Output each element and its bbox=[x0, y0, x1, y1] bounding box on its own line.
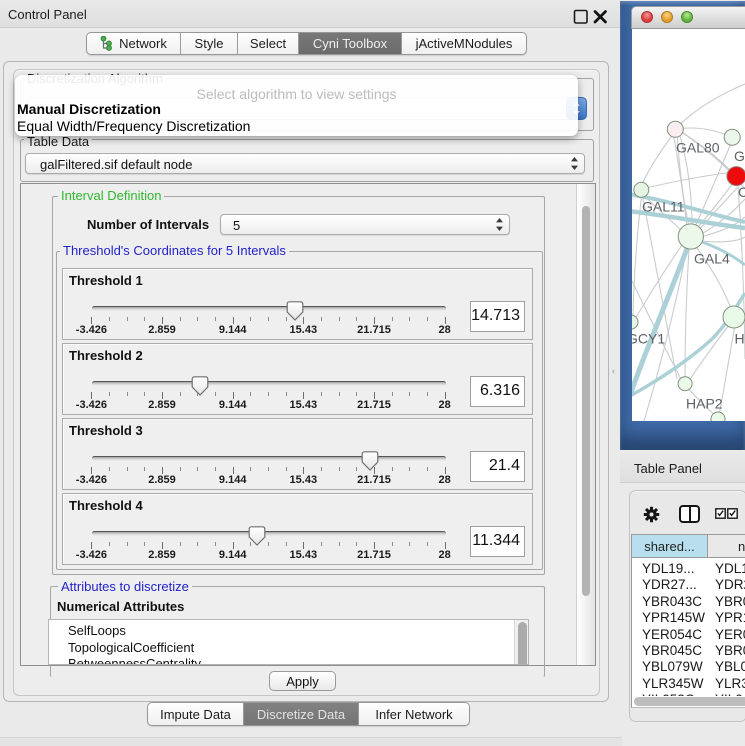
svg-text:GAL4: GAL4 bbox=[694, 251, 730, 267]
svg-text:GCY1: GCY1 bbox=[632, 331, 665, 347]
svg-text:GAL11: GAL11 bbox=[642, 199, 685, 215]
svg-text:C: C bbox=[738, 184, 745, 200]
svg-text:H: H bbox=[735, 331, 745, 347]
svg-text:HAP2: HAP2 bbox=[686, 396, 723, 412]
svg-text:GAL80: GAL80 bbox=[676, 140, 720, 156]
svg-text:G.: G. bbox=[734, 148, 745, 164]
